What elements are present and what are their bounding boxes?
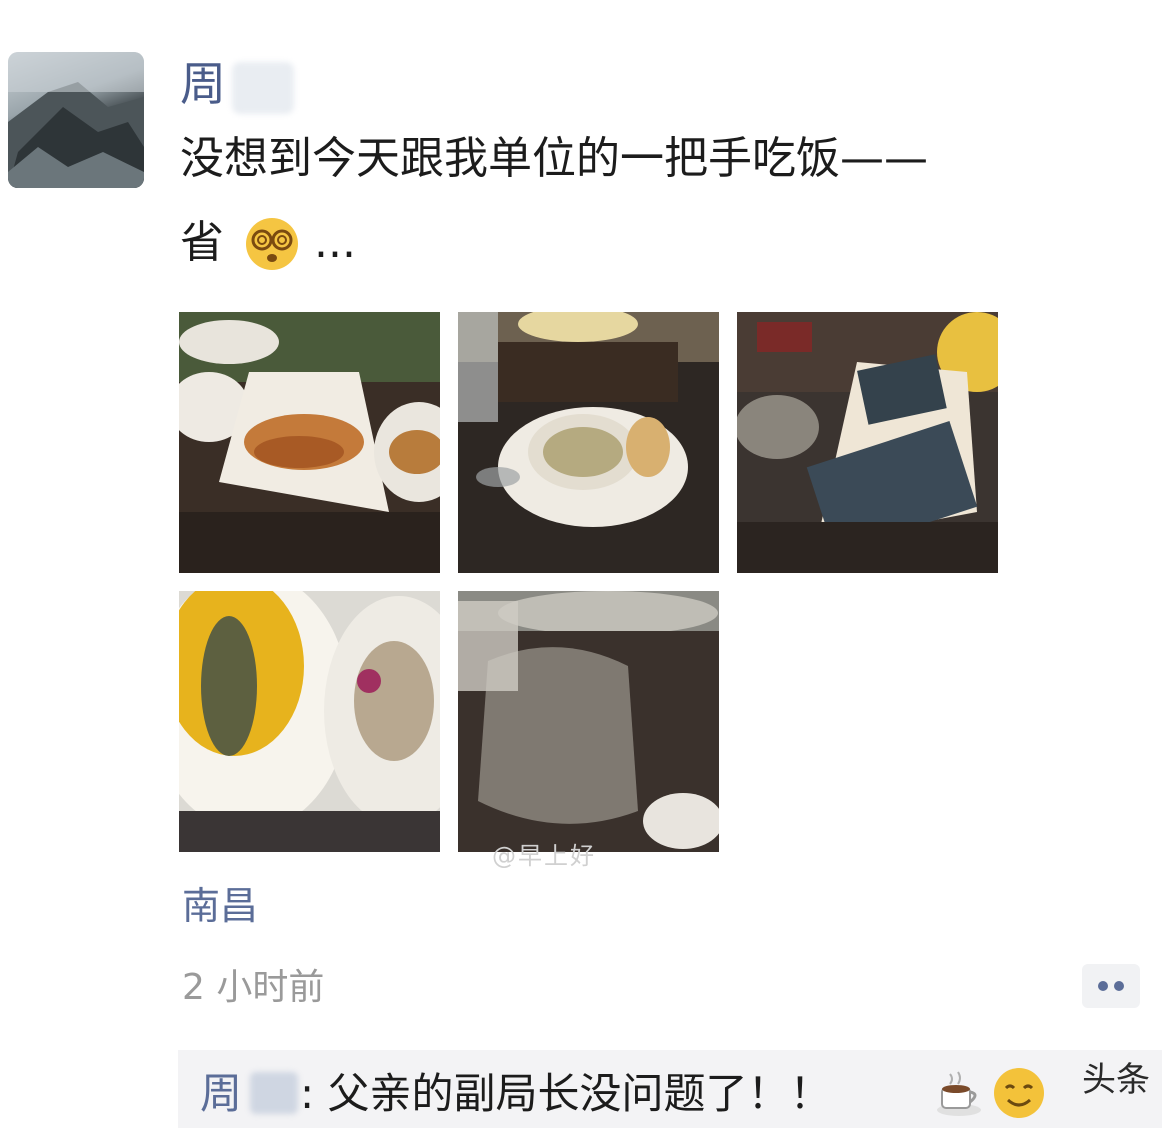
source-watermark: 头条: [1082, 1060, 1150, 1100]
name-redaction: [232, 62, 294, 114]
comment-author[interactable]: 周: [200, 1066, 242, 1122]
comment-body: 父亲的副局长没问题了！！: [327, 1069, 832, 1118]
photo-4[interactable]: [179, 591, 440, 852]
comment-separator: :: [300, 1069, 315, 1118]
post-text-prefix: 省: [180, 217, 224, 268]
food-photo-3: [737, 312, 998, 573]
mountain-landscape-icon: [8, 52, 144, 188]
post-text-line2: 省 ...: [180, 212, 356, 274]
dizzy-face-emoji-icon: [246, 218, 298, 270]
post-time: 2 小时前: [182, 967, 325, 1008]
post-text-suffix: ...: [314, 217, 356, 268]
avatar[interactable]: [8, 52, 144, 188]
post-text-line1: 没想到今天跟我单位的一把手吃饭——: [180, 133, 928, 184]
photo-1[interactable]: [179, 312, 440, 573]
post-author-name[interactable]: 周: [180, 56, 226, 112]
more-dots-icon[interactable]: [1082, 964, 1140, 1008]
photo-5[interactable]: [458, 591, 719, 852]
comment-name-redaction: [250, 1072, 298, 1114]
food-photo-2: [458, 312, 719, 527]
comment-text: : 父亲的副局长没问题了！！: [300, 1066, 832, 1122]
dot: [1098, 981, 1108, 991]
food-photo-4: [179, 591, 440, 852]
weibo-watermark: @早上好: [492, 842, 596, 870]
photo-3[interactable]: [737, 312, 998, 573]
food-photo-1: [179, 312, 440, 573]
post-location[interactable]: 南昌: [182, 882, 258, 930]
smile-emoji-icon: [994, 1068, 1044, 1118]
dot: [1114, 981, 1124, 991]
photo-2[interactable]: [458, 312, 719, 573]
coffee-emoji-icon: [937, 1071, 981, 1116]
food-photo-5: [458, 591, 719, 852]
